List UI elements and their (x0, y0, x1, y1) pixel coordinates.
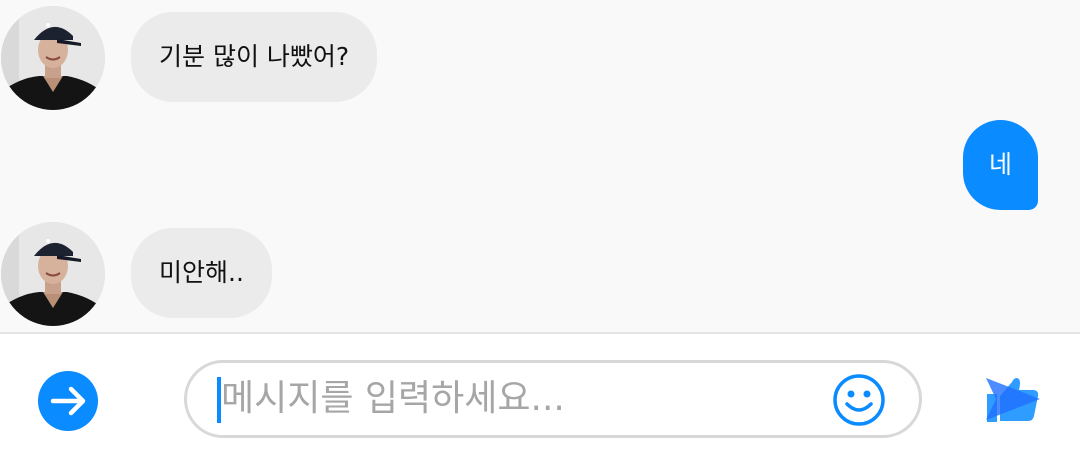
smiley-icon (833, 374, 885, 426)
incoming-message-bubble[interactable]: 미안해.. (131, 228, 272, 318)
message-text: 미안해.. (159, 258, 244, 287)
message-input-field[interactable]: 메시지를 입력하세요... (184, 360, 922, 438)
message-input-placeholder: 메시지를 입력하세요... (221, 378, 565, 419)
avatar[interactable] (1, 6, 105, 110)
avatar[interactable] (1, 222, 105, 326)
message-text: 네 (989, 150, 1013, 179)
expand-actions-button[interactable] (38, 371, 98, 431)
message-list: 기분 많이 나빴어? 네 미안해.. (0, 0, 1080, 332)
incoming-message-bubble[interactable]: 기분 많이 나빴어? (131, 12, 378, 102)
message-composer: 메시지를 입력하세요... (0, 332, 1080, 459)
message-text: 기분 많이 나빴어? (159, 42, 350, 71)
send-like-icon (986, 378, 1040, 422)
outgoing-message-bubble[interactable]: 네 (963, 120, 1039, 210)
arrow-right-icon (50, 386, 86, 416)
emoji-button[interactable] (831, 372, 887, 428)
send-button[interactable] (982, 372, 1044, 426)
